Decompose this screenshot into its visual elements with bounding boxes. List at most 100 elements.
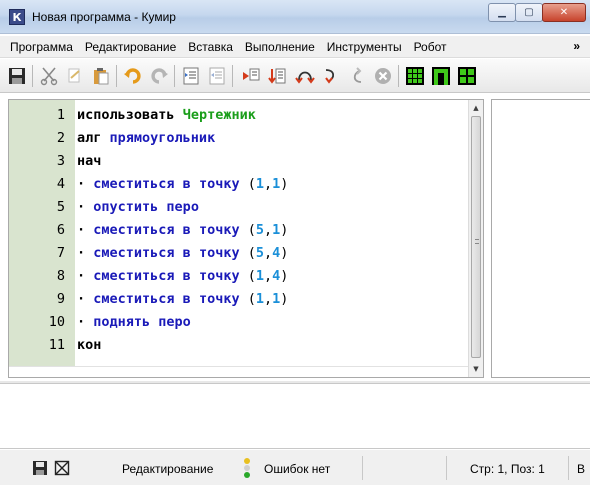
minimize-icon: ▁ [498, 7, 506, 18]
code-line[interactable]: 4 · сместиться в точку (1,1) [9, 172, 289, 195]
menu-robot[interactable]: Робот [408, 40, 453, 54]
title-bar: К Новая программа - Кумир ▁ ▢ ✕ [0, 0, 590, 34]
step-into-icon [325, 69, 335, 84]
status-indicator-icon [243, 457, 251, 479]
cross-grid-icon [458, 67, 476, 85]
keyword-begin: нач [77, 152, 102, 169]
code-line[interactable]: 2 алг прямоугольник [9, 126, 215, 149]
menu-overflow-button[interactable]: » [573, 39, 580, 53]
arg-x: 1 [255, 175, 265, 192]
line-number: 7 [56, 244, 65, 261]
algorithm-name: прямоугольник [109, 129, 216, 146]
kumir-app-icon: К [9, 9, 25, 25]
floppy-icon [9, 68, 25, 84]
maximize-button[interactable]: ▢ [515, 3, 543, 22]
code-line[interactable]: 9 · сместиться в точку (1,1) [9, 287, 289, 310]
unindent-button[interactable] [206, 65, 228, 87]
unindent-icon [209, 67, 225, 85]
menu-tools[interactable]: Инструменты [321, 40, 408, 54]
window-title: Новая программа - Кумир [32, 10, 176, 24]
command-pen-up: поднять перо [93, 313, 191, 330]
paste-button[interactable] [90, 65, 112, 87]
status-divider [568, 456, 569, 480]
menu-run[interactable]: Выполнение [239, 40, 321, 54]
error-count-label: Ошибок нет [264, 462, 331, 476]
indent-icon [183, 67, 199, 85]
step-run-icon [268, 68, 286, 84]
command-pen-down: опустить перо [93, 198, 199, 215]
scroll-down-arrow-icon[interactable]: ▼ [469, 362, 483, 376]
output-console[interactable] [0, 383, 590, 449]
grid-icon [406, 67, 424, 85]
indent-button[interactable] [180, 65, 202, 87]
scrollbar-thumb[interactable] [471, 116, 481, 358]
indent-dot: · [77, 313, 86, 330]
toolbar-separator [232, 65, 233, 87]
side-panel [491, 99, 590, 378]
indent-dot: · [77, 221, 86, 238]
line-number: 4 [56, 175, 65, 192]
close-button[interactable]: ✕ [542, 3, 586, 22]
code-line[interactable]: 6 · сместиться в точку (5,1) [9, 218, 289, 241]
code-line[interactable]: 8 · сместиться в точку (1,4) [9, 264, 289, 287]
line-number: 10 [48, 313, 65, 330]
minimize-button[interactable]: ▁ [488, 3, 516, 22]
step-run-button[interactable] [266, 65, 288, 87]
code-editor[interactable]: 1 использовать Чертежник 2 алг прямоугол… [8, 99, 484, 378]
edit-mode-label: Редактирование [122, 462, 214, 476]
copy-icon [68, 68, 80, 83]
menu-insert[interactable]: Вставка [182, 40, 239, 54]
indent-dot: · [77, 175, 86, 192]
clipboard-icon [94, 68, 109, 85]
grip-icon [475, 239, 479, 244]
step-into-button[interactable] [320, 65, 342, 87]
code-line[interactable]: 11 кон [9, 333, 102, 356]
save-status-icon[interactable] [32, 460, 48, 476]
line-number: 3 [56, 152, 65, 169]
menu-edit[interactable]: Редактирование [79, 40, 182, 54]
indent-dot: · [77, 290, 86, 307]
cross-tool-button[interactable] [456, 65, 478, 87]
indent-dot: · [77, 267, 86, 284]
toolbar-separator [116, 65, 117, 87]
toolbar-separator [32, 65, 33, 87]
save-button[interactable] [6, 65, 28, 87]
code-line[interactable]: 7 · сместиться в точку (5,4) [9, 241, 289, 264]
menu-program[interactable]: Программа [4, 40, 79, 54]
command-move: сместиться в точку [93, 244, 240, 261]
toolbar-separator [174, 65, 175, 87]
cursor-position-label: Стр: 1, Поз: 1 [470, 462, 545, 476]
status-bar: Редактирование Ошибок нет Стр: 1, Поз: 1… [0, 450, 590, 485]
vertical-scrollbar[interactable]: ▲ ▼ [468, 100, 483, 377]
run-button[interactable] [240, 65, 262, 87]
command-move: сместиться в точку [93, 290, 240, 307]
line-number: 11 [48, 336, 65, 353]
close-document-icon[interactable] [54, 460, 70, 476]
line-number: 6 [56, 221, 65, 238]
code-line[interactable]: 1 использовать Чертежник [9, 103, 256, 126]
keyword-use: использовать [77, 106, 175, 123]
keyword-alg: алг [77, 129, 102, 146]
copy-button[interactable] [64, 65, 86, 87]
status-divider [362, 456, 363, 480]
editor-bottom-strip [9, 366, 469, 377]
scroll-up-arrow-icon[interactable]: ▲ [469, 101, 483, 115]
step-out-button[interactable] [346, 65, 368, 87]
code-line[interactable]: 10 · поднять перо [9, 310, 191, 333]
status-extra-label: В [577, 462, 586, 476]
redo-button[interactable] [148, 65, 170, 87]
step-out-icon [353, 67, 362, 83]
grid-tool-button[interactable] [404, 65, 426, 87]
frame-tool-button[interactable] [430, 65, 452, 87]
redo-icon [151, 68, 168, 84]
undo-button[interactable] [122, 65, 144, 87]
toolbar-separator [398, 65, 399, 87]
code-line[interactable]: 3 нач [9, 149, 102, 172]
stop-button[interactable] [372, 65, 394, 87]
step-over-button[interactable] [294, 65, 316, 87]
cut-button[interactable] [38, 65, 60, 87]
code-line[interactable]: 5 · опустить перо [9, 195, 199, 218]
close-icon: ✕ [559, 7, 569, 18]
scissors-icon [40, 67, 58, 86]
run-program-icon [243, 68, 260, 81]
